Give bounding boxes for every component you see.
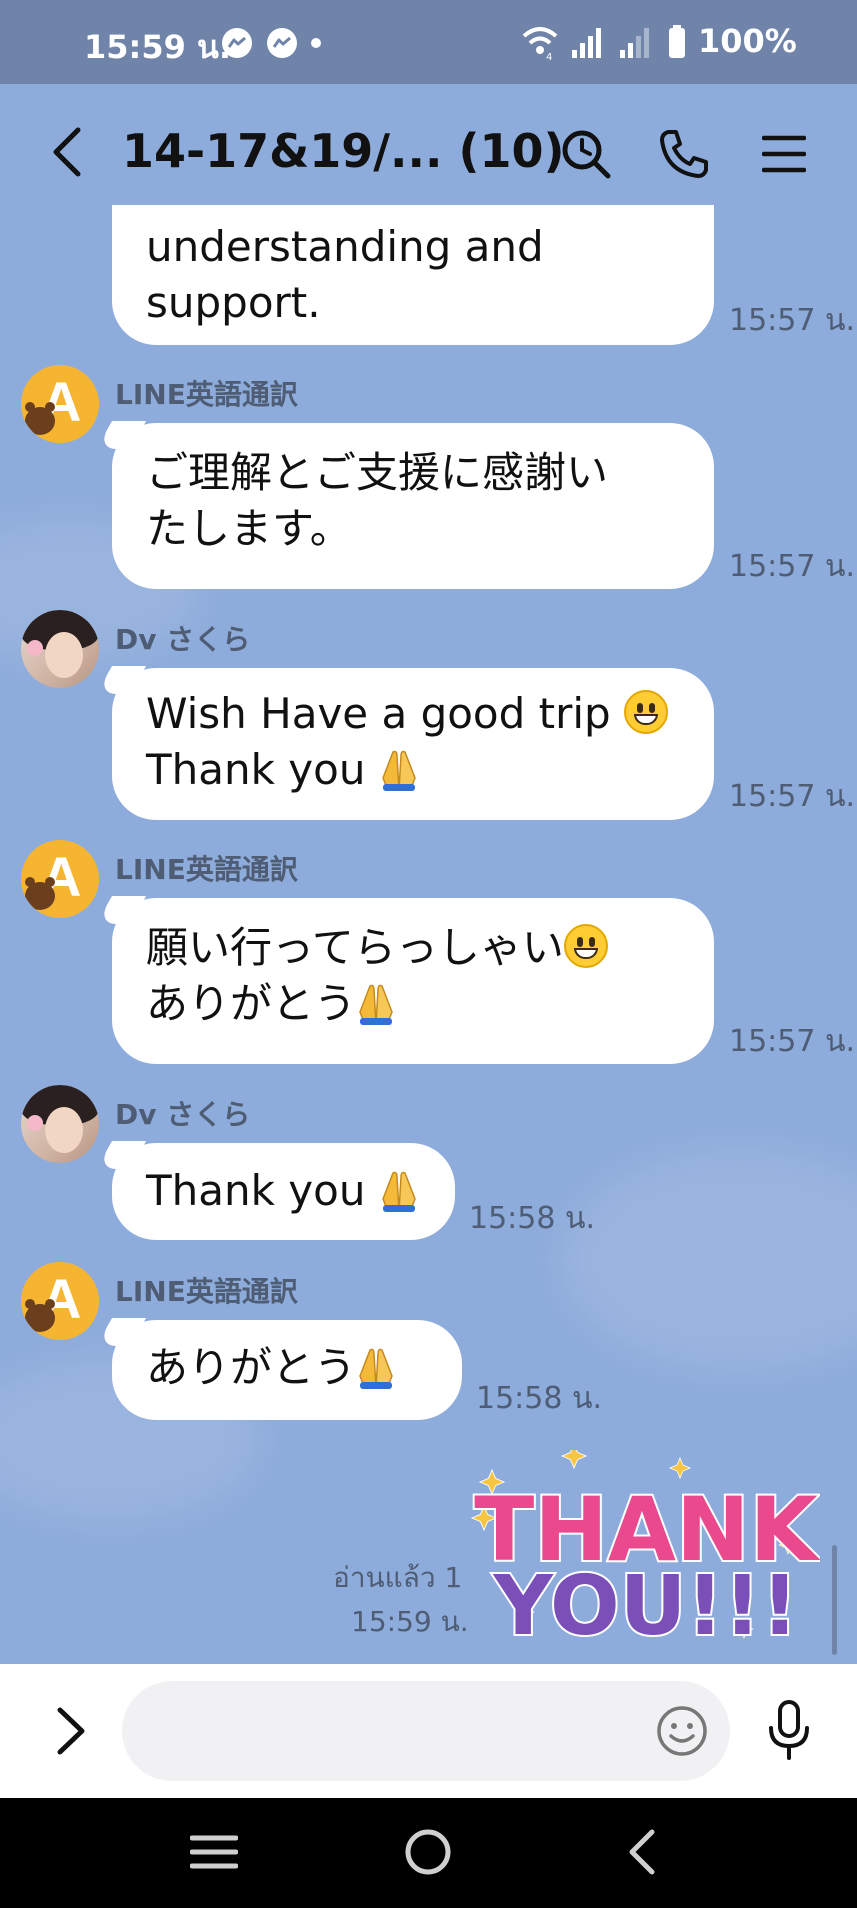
- folded-hands-icon: [379, 748, 419, 806]
- message-timestamp: 15:58 น.: [476, 1381, 603, 1416]
- sticker-text-you: YOU!!!: [493, 1559, 799, 1650]
- translator-avatar[interactable]: A: [21, 840, 99, 918]
- search-icon[interactable]: [560, 128, 612, 180]
- message-bubble[interactable]: ご理解とご支援に感謝い たします。: [112, 423, 714, 589]
- messenger-icon: [222, 28, 252, 58]
- message-timestamp: 15:58 น.: [469, 1201, 596, 1236]
- user-avatar[interactable]: [21, 1085, 99, 1163]
- sender-name: LINE英語通訳: [115, 1275, 298, 1308]
- menu-icon[interactable]: [762, 128, 806, 180]
- message-bubble[interactable]: 願い行ってらっしゃい ありがとう: [112, 898, 714, 1064]
- message-text-line: Wish Have a good trip: [146, 689, 611, 738]
- system-status-icons: 4: [522, 25, 685, 62]
- microphone-icon[interactable]: [767, 1700, 811, 1760]
- message-timestamp: 15:57 น.: [729, 779, 856, 814]
- bear-icon: [25, 1299, 55, 1332]
- folded-hands-icon: [356, 1346, 396, 1404]
- message-timestamp: 15:59 น.: [351, 1605, 469, 1638]
- chat-title[interactable]: 14-17&19/... (10): [122, 124, 565, 178]
- message-text-line: Thank you: [146, 1166, 366, 1215]
- message-timestamp: 15:57 น.: [729, 303, 856, 338]
- home-icon[interactable]: [404, 1828, 452, 1876]
- status-bar: 15:59 น. 4 100%: [0, 0, 857, 84]
- message-bubble[interactable]: ありがとう: [112, 1320, 462, 1420]
- message-bubble[interactable]: understanding and support.: [112, 205, 714, 345]
- signal-icon: [572, 28, 601, 58]
- emoji-icon[interactable]: [656, 1705, 708, 1757]
- wifi-icon: 4: [522, 27, 558, 62]
- back-icon[interactable]: [48, 126, 84, 178]
- bear-icon: [25, 877, 55, 910]
- sender-name: LINE英語通訳: [115, 378, 298, 411]
- message-bubble[interactable]: Thank you: [112, 1143, 455, 1240]
- message-text-line: ご理解とご支援に感謝い: [146, 448, 609, 497]
- sender-name: Dv さくら: [115, 623, 251, 656]
- svg-text:4: 4: [546, 52, 552, 62]
- thank-you-sticker[interactable]: THANK YOU!!!: [470, 1450, 820, 1650]
- folded-hands-icon: [379, 1169, 419, 1227]
- message-text-line: Thank you: [146, 745, 366, 794]
- messenger-icon: [267, 28, 297, 58]
- sender-name: LINE英語通訳: [115, 853, 298, 886]
- message-input[interactable]: [122, 1681, 730, 1781]
- message-bubble[interactable]: Wish Have a good trip Thank you: [112, 668, 714, 820]
- battery-icon: [669, 25, 685, 58]
- battery-percentage: 100%: [698, 22, 797, 60]
- call-icon[interactable]: [658, 128, 710, 180]
- message-text-line: support.: [146, 278, 321, 327]
- back-icon[interactable]: [624, 1828, 660, 1876]
- chat-screen: 15:59 น. 4 100% 14-17&19/... (10) unders…: [0, 0, 857, 1908]
- sender-name: Dv さくら: [115, 1098, 251, 1131]
- scrollbar[interactable]: [832, 1545, 837, 1655]
- signal-weak-icon: [620, 28, 649, 58]
- message-text-line: understanding and: [146, 222, 544, 271]
- message-input-bar: [0, 1664, 857, 1798]
- folded-hands-icon: [356, 982, 396, 1040]
- notification-dot-icon: [311, 38, 321, 48]
- status-time: 15:59 น.: [84, 28, 232, 66]
- system-nav-bar: [0, 1798, 857, 1908]
- message-text-line: ありがとう: [146, 1343, 357, 1392]
- grinning-face-icon: [563, 924, 608, 968]
- grinning-face-icon: [624, 690, 669, 734]
- message-timestamp: 15:57 น.: [729, 1024, 856, 1059]
- recent-apps-icon[interactable]: [190, 1828, 238, 1876]
- translator-avatar[interactable]: A: [21, 1262, 99, 1340]
- message-timestamp: 15:57 น.: [729, 549, 856, 584]
- background-cloud: [560, 1150, 857, 1370]
- message-text-line: ありがとう: [146, 979, 357, 1028]
- translator-avatar[interactable]: A: [21, 365, 99, 443]
- bear-icon: [25, 402, 55, 435]
- user-avatar[interactable]: [21, 610, 99, 688]
- expand-icon[interactable]: [54, 1706, 88, 1756]
- message-text-line: たします。: [146, 504, 352, 553]
- message-text-line: 願い行ってらっしゃい: [146, 923, 564, 972]
- read-receipt: อ่านแล้ว 1: [333, 1561, 463, 1594]
- chat-header: 14-17&19/... (10): [0, 84, 857, 224]
